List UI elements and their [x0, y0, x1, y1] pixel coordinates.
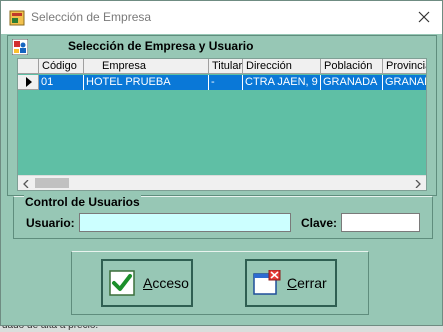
check-icon: [109, 270, 135, 296]
cerrar-button-label: Cerrar: [287, 275, 327, 291]
company-grid[interactable]: Código Empresa Titular Dirección Poblaci…: [17, 58, 427, 191]
cell-poblacion[interactable]: GRANADA: [321, 75, 383, 90]
close-icon[interactable]: [408, 1, 440, 33]
cell-direccion[interactable]: CTRA JAEN, 9: [243, 75, 321, 90]
usuario-label: Usuario:: [26, 216, 75, 230]
cell-empresa[interactable]: HOTEL PRUEBA: [84, 75, 209, 90]
user-control-title: Control de Usuarios: [24, 195, 141, 209]
scroll-right-icon[interactable]: [410, 176, 426, 190]
column-header-provincia[interactable]: Provincia: [383, 59, 426, 74]
clave-input[interactable]: [341, 213, 420, 232]
horizontal-scrollbar[interactable]: [18, 175, 426, 190]
usuario-input[interactable]: [79, 213, 291, 232]
column-header-empresa[interactable]: Empresa: [84, 59, 209, 74]
user-control-group: Control de Usuarios Usuario: Clave:: [13, 195, 433, 239]
company-user-panel: Selección de Empresa y Usuario Código Em…: [7, 35, 437, 196]
company-selection-dialog: Selección de Empresa Selección de Empres…: [0, 0, 443, 326]
row-indicator-icon: [18, 75, 39, 90]
cell-provincia[interactable]: GRANADA: [383, 75, 426, 90]
window-close-icon: [253, 269, 281, 296]
scrollbar-thumb[interactable]: [35, 178, 69, 188]
panel-title: Selección de Empresa y Usuario: [68, 39, 254, 53]
acceso-button-label: Acceso: [143, 275, 189, 291]
cell-codigo[interactable]: 01: [39, 75, 84, 90]
clave-label: Clave:: [301, 216, 338, 230]
column-header-poblacion[interactable]: Población: [321, 59, 383, 74]
scroll-left-icon[interactable]: [18, 176, 34, 190]
cell-titular[interactable]: -: [209, 75, 243, 90]
title-bar[interactable]: Selección de Empresa: [1, 1, 442, 34]
column-header-direccion[interactable]: Dirección: [243, 59, 321, 74]
app-icon: [9, 10, 25, 26]
action-buttons-group: Acceso Cerrar: [71, 251, 369, 315]
column-header-titular[interactable]: Titular: [209, 59, 243, 74]
grid-header: Código Empresa Titular Dirección Poblaci…: [18, 59, 426, 74]
company-user-icon: [11, 38, 29, 56]
table-row[interactable]: 01 HOTEL PRUEBA - CTRA JAEN, 9 GRANADA G…: [18, 75, 426, 90]
grid-header-indicator: [18, 59, 39, 74]
column-header-codigo[interactable]: Código: [39, 59, 84, 74]
cerrar-button[interactable]: Cerrar: [245, 259, 337, 307]
window-title: Selección de Empresa: [31, 10, 152, 24]
acceso-button[interactable]: Acceso: [101, 259, 193, 307]
